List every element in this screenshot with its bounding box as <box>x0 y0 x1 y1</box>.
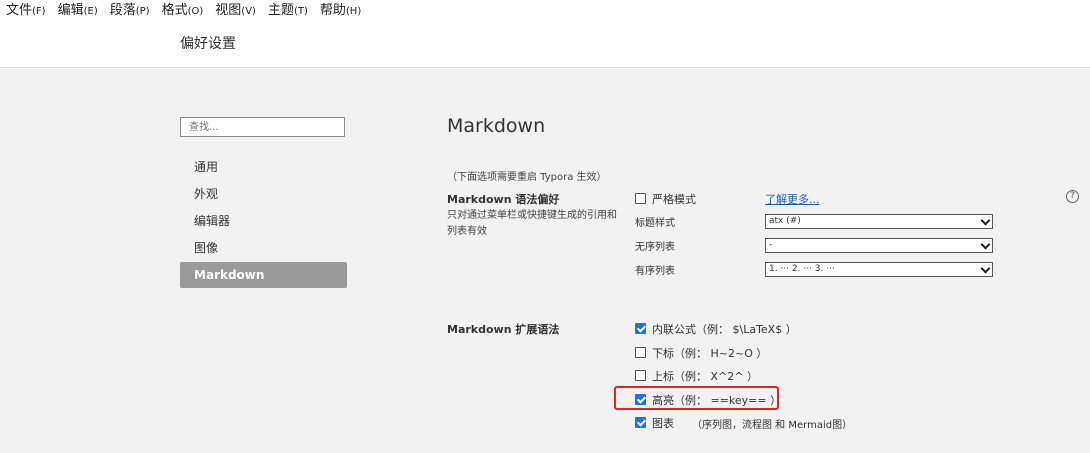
diagrams-note: （序列图，流程图 和 Mermaid图） <box>692 420 853 431</box>
menu-help[interactable]: 帮助(H) <box>314 0 367 22</box>
heading-style-label: 标题样式 <box>635 218 675 229</box>
extension-section-title: Markdown 扩展语法 <box>447 323 560 336</box>
menu-label: 文件 <box>6 3 33 18</box>
learn-more-link[interactable]: 了解更多... <box>765 191 820 207</box>
menu-accel: (T) <box>293 6 308 17</box>
unordered-list-select[interactable]: - <box>765 238 993 253</box>
menu-accel: (F) <box>32 6 46 17</box>
menu-label: 主题 <box>267 3 294 18</box>
top-bar: 文件(F) 编辑(E) 段落(P) 格式(O) 视图(V) 主题(T) 帮助(H… <box>0 0 1090 68</box>
heading-style-value: atx (#) <box>769 216 801 226</box>
sidebar-nav: 通用 外观 编辑器 图像 Markdown <box>180 154 347 289</box>
menu-accel: (O) <box>187 6 204 17</box>
unordered-list-value: - <box>769 240 773 250</box>
ordered-list-select[interactable]: 1. ··· 2. ··· 3. ··· <box>765 262 993 277</box>
sidebar-item-image[interactable]: 图像 <box>180 235 347 261</box>
sidebar-item-markdown[interactable]: Markdown <box>180 262 347 288</box>
inline-math-checkbox[interactable] <box>635 323 646 334</box>
red-annotation-box <box>614 386 779 410</box>
strict-mode-label: 严格模式 <box>652 193 696 206</box>
chevron-down-icon <box>980 263 991 274</box>
chevron-down-icon <box>980 239 991 250</box>
sidebar-item-general[interactable]: 通用 <box>180 154 347 180</box>
menu-accel: (V) <box>241 6 256 17</box>
window-title: 偏好设置 <box>180 36 236 52</box>
heading-style-select[interactable]: atx (#) <box>765 214 993 229</box>
menu-file[interactable]: 文件(F) <box>0 0 52 22</box>
superscript-label: 上标（例： X^2^ ） <box>652 370 758 383</box>
help-icon[interactable]: ? <box>1066 190 1079 203</box>
menu-label: 帮助 <box>319 3 346 18</box>
chevron-down-icon <box>980 215 991 226</box>
menu-theme[interactable]: 主题(T) <box>262 0 314 22</box>
syntax-section-title: Markdown 语法偏好 <box>447 193 560 206</box>
strict-mode-checkbox[interactable] <box>635 193 646 204</box>
restart-note: （下面选项需要重启 Typora 生效） <box>447 172 607 183</box>
sidebar-item-appearance[interactable]: 外观 <box>180 181 347 207</box>
inline-math-label: 内联公式（例： $\LaTeX$ ） <box>652 323 797 336</box>
menu-bar: 文件(F) 编辑(E) 段落(P) 格式(O) 视图(V) 主题(T) 帮助(H… <box>0 0 367 22</box>
menu-edit[interactable]: 编辑(E) <box>52 0 104 22</box>
syntax-section-desc: 只对通过菜单栏或快捷键生成的引用和列表有效 <box>447 210 617 237</box>
menu-label: 编辑 <box>57 3 84 18</box>
menu-label: 格式 <box>161 3 188 18</box>
diagrams-label: 图表 <box>652 417 674 430</box>
ordered-list-value: 1. ··· 2. ··· 3. ··· <box>769 264 835 274</box>
superscript-checkbox[interactable] <box>635 370 646 381</box>
page-title: Markdown <box>447 115 546 137</box>
menu-label: 段落 <box>109 3 136 18</box>
menu-accel: (P) <box>135 6 150 17</box>
subscript-checkbox[interactable] <box>635 347 646 358</box>
menu-label: 视图 <box>215 3 242 18</box>
diagrams-checkbox[interactable] <box>635 417 646 428</box>
ordered-list-label: 有序列表 <box>635 266 675 277</box>
sidebar-item-editor[interactable]: 编辑器 <box>180 208 347 234</box>
menu-format[interactable]: 格式(O) <box>156 0 210 22</box>
menu-paragraph[interactable]: 段落(P) <box>104 0 156 22</box>
menu-view[interactable]: 视图(V) <box>209 0 262 22</box>
menu-accel: (H) <box>345 6 362 17</box>
menu-accel: (E) <box>83 6 98 17</box>
unordered-list-label: 无序列表 <box>635 242 675 253</box>
subscript-label: 下标（例： H~2~O ） <box>652 347 768 360</box>
search-input[interactable] <box>180 117 345 137</box>
